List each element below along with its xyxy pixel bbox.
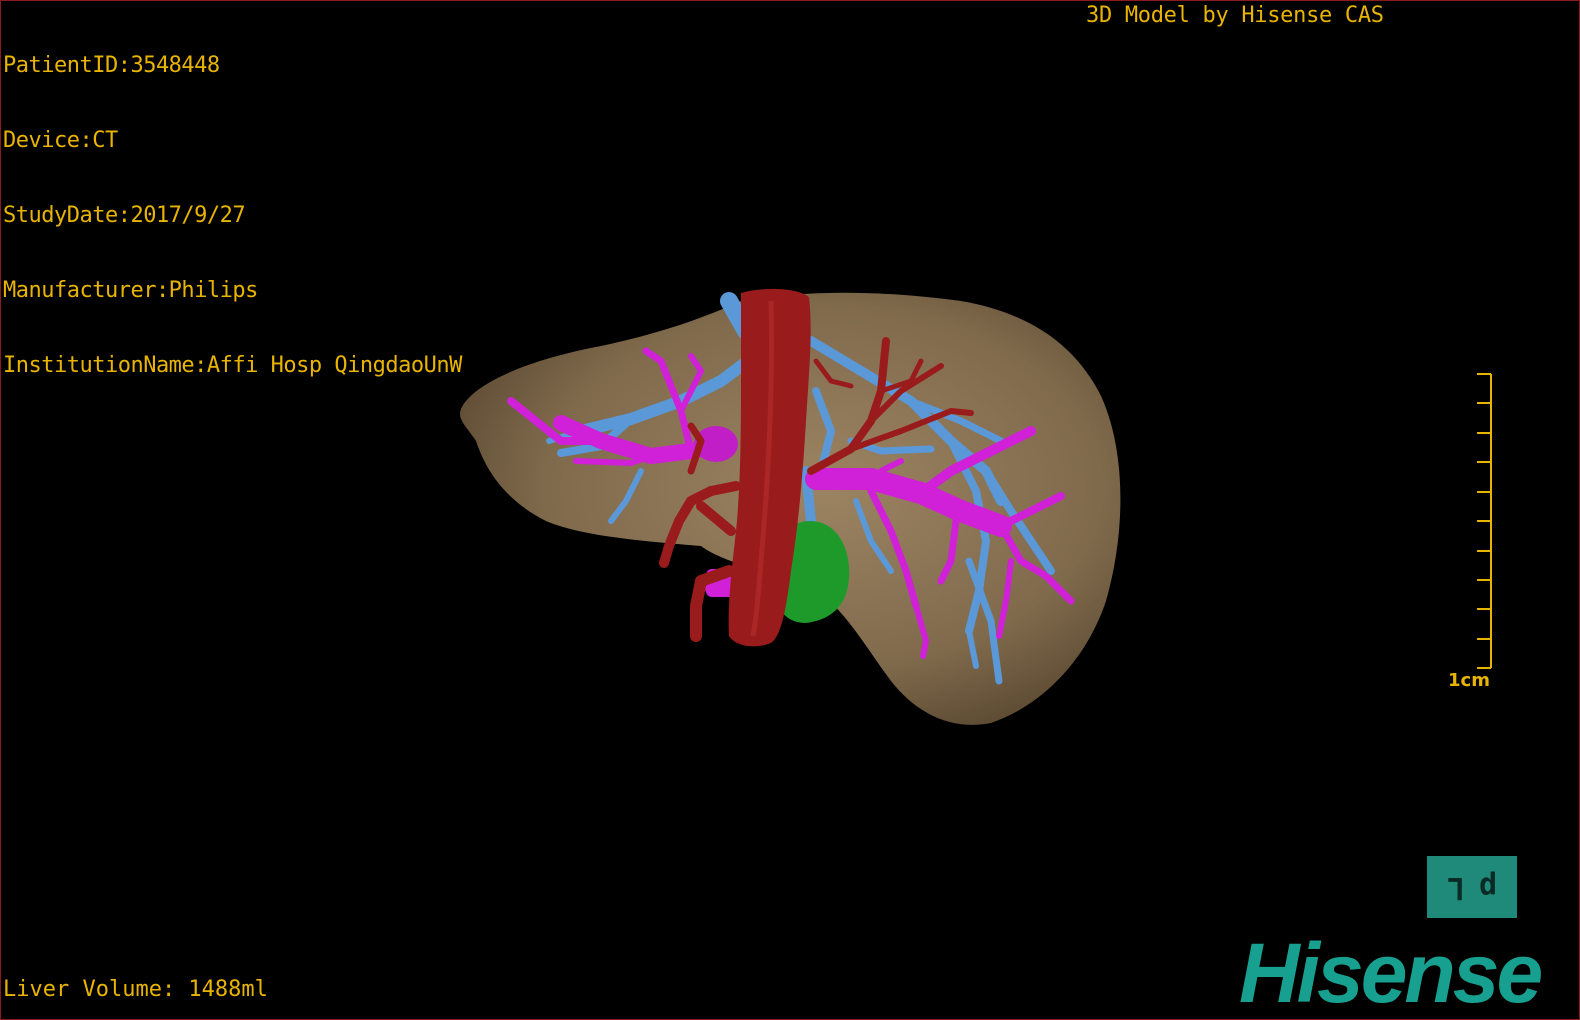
liver-volume-label: Liver Volume: 1488ml	[3, 977, 268, 1002]
scale-bar-label: 1cm	[1448, 670, 1490, 691]
orientation-face-left: L	[1446, 870, 1465, 905]
dicom-info-overlay: PatientID:3548448 Device:CT StudyDate:20…	[3, 3, 462, 428]
patient-id-label: PatientID:3548448	[3, 53, 220, 78]
institution-label: InstitutionName:Affi Hosp QingdaoUnW	[3, 353, 462, 378]
device-label: Device:CT	[3, 128, 118, 153]
scale-bar	[1477, 373, 1492, 669]
orientation-face-right: p	[1479, 870, 1498, 905]
hisense-logo: Hisense	[1239, 926, 1543, 1020]
3d-viewport[interactable]: PatientID:3548448 Device:CT StudyDate:20…	[0, 0, 1580, 1020]
study-date-label: StudyDate:2017/9/27	[3, 203, 246, 228]
manufacturer-label: Manufacturer:Philips	[3, 278, 258, 303]
model-credit-label: 3D Model by Hisense CAS	[1086, 3, 1384, 28]
orientation-cube[interactable]: L p	[1427, 856, 1517, 918]
